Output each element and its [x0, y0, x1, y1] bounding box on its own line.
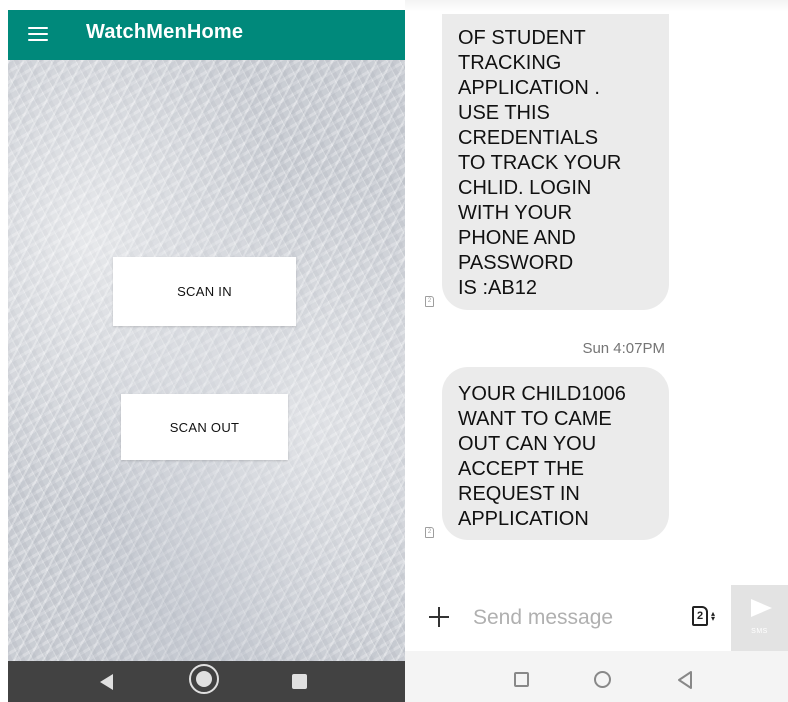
back-triangle-icon[interactable]	[676, 670, 694, 690]
scan-in-button[interactable]: SCAN IN	[113, 257, 296, 326]
message-text: OF STUDENT TRACKING APPLICATION . USE TH…	[458, 27, 622, 299]
navigation-bar	[8, 661, 405, 702]
message-bubble[interactable]: YOUR CHILD1006 WANT TO CAME OUT CAN YOU …	[442, 367, 669, 540]
message-bubble[interactable]: OF STUDENT TRACKING APPLICATION . USE TH…	[442, 14, 669, 310]
chevron-updown-icon: ▴ ▾	[711, 609, 716, 623]
sim-selector[interactable]: 2 ▴ ▾	[692, 606, 722, 628]
frost-background: SCAN IN SCAN OUT	[8, 60, 405, 661]
message-input[interactable]	[471, 601, 675, 635]
message-text: YOUR CHILD1006 WANT TO CAME OUT CAN YOU …	[458, 383, 626, 530]
sim-card-icon: 2	[425, 527, 434, 538]
message-timestamp: Sun 4:07PM	[582, 340, 665, 357]
sim-card-icon: 2	[692, 606, 708, 626]
app-title: WatchMenHome	[86, 21, 244, 43]
send-arrow-icon	[751, 599, 772, 617]
recent-apps-square-icon[interactable]	[292, 674, 307, 689]
recent-apps-square-icon[interactable]	[514, 672, 529, 687]
plus-icon[interactable]	[427, 605, 451, 629]
app-bar: WatchMenHome	[8, 10, 405, 60]
send-button-label: SMS	[751, 628, 768, 635]
watchmen-screen: WatchMenHome SCAN IN SCAN OUT	[8, 10, 405, 702]
top-shadow	[405, 0, 788, 12]
message-composer: 2 ▴▾ SMS	[405, 585, 788, 651]
hamburger-menu-icon[interactable]	[28, 27, 48, 42]
sim-card-icon: 2	[425, 296, 434, 307]
home-circle-icon[interactable]	[594, 671, 611, 688]
send-button[interactable]: SMS	[731, 585, 788, 651]
sms-conversation-screen: OF STUDENT TRACKING APPLICATION . USE TH…	[405, 0, 788, 702]
navigation-bar	[405, 651, 788, 702]
scan-out-button[interactable]: SCAN OUT	[121, 394, 288, 460]
home-circle-icon[interactable]	[189, 664, 219, 694]
back-triangle-icon[interactable]	[100, 674, 113, 690]
